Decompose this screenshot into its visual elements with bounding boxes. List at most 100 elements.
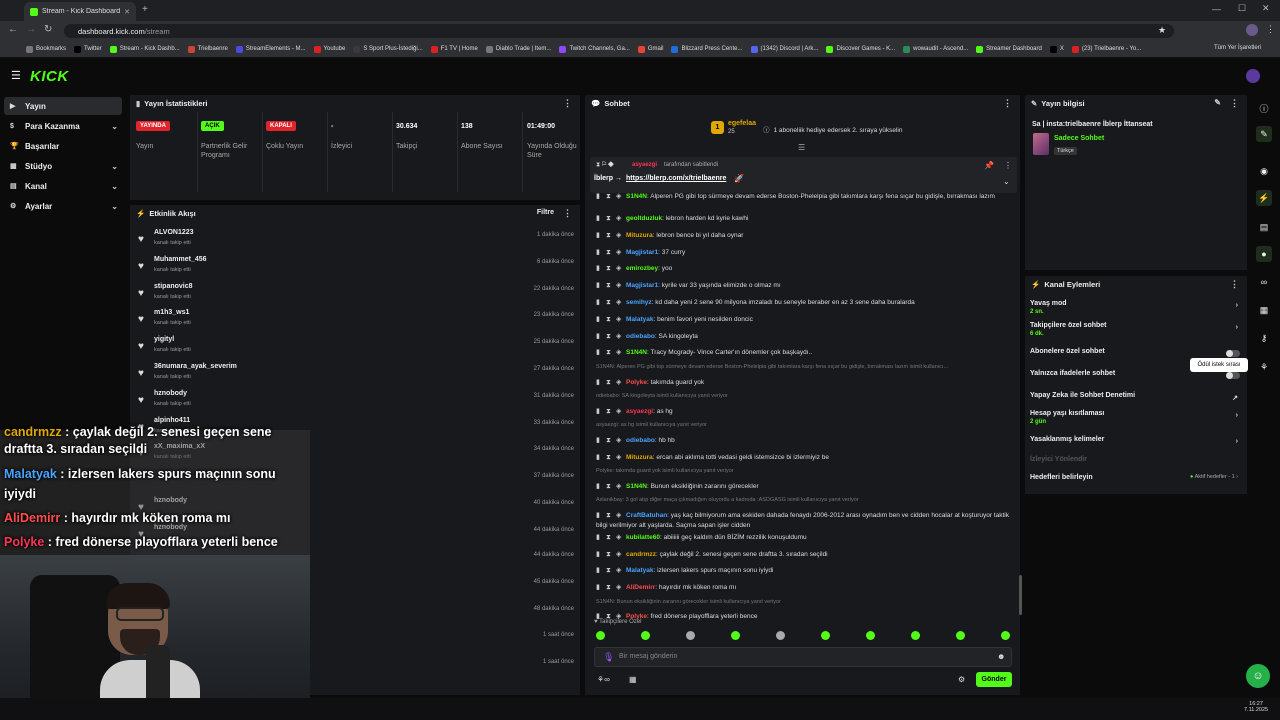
bookmark-item[interactable]: S Sport Plus-İstediği... xyxy=(353,45,423,53)
bookmark-item[interactable]: F1 TV | Home xyxy=(430,45,478,53)
sidebar-item-studio[interactable]: ▦ Stüdyo ⌄ xyxy=(4,157,122,175)
timeout-icon[interactable]: ⧗ xyxy=(606,192,612,200)
chat-message[interactable]: ▮ ⧗ ◈ Magjistar1: 37 curry xyxy=(596,248,1016,256)
chat-message[interactable]: ▮ ⧗ ◈ S1N4N: Alperen PG gibi top sürmeye de… xyxy=(596,192,1016,202)
chat-message[interactable]: ▮ ⧗ ◈ S1N4N: Bunun eksikliğinin zararını gö… xyxy=(596,482,1016,490)
delete-icon[interactable]: ▮ xyxy=(596,533,602,541)
bookmark-item[interactable]: Stream - Kick Dashb... xyxy=(109,45,180,53)
bookmark-item[interactable]: (23) Trielbaenre - Yo... xyxy=(1071,45,1141,53)
chat-username[interactable]: Magjistar1 xyxy=(626,282,658,289)
delete-icon[interactable]: ▮ xyxy=(596,566,602,574)
delete-icon[interactable]: ▮ xyxy=(596,315,602,323)
bookmark-item[interactable]: Streamer Dashboard xyxy=(976,45,1042,53)
chat-message[interactable]: ▮ ⧗ ◈ CraftBatuhan: yaş kaç bilmiyorum ama … xyxy=(596,511,1016,531)
filter-button[interactable]: Filtre xyxy=(537,209,554,216)
sidebar-item-achievements[interactable]: 🏆 Başarılar xyxy=(4,137,122,155)
channel-actions-menu-icon[interactable]: ⋮ xyxy=(1230,279,1239,290)
delete-icon[interactable]: ▮ xyxy=(596,332,602,340)
lightning-icon[interactable]: ⚡ xyxy=(1256,190,1272,206)
timeout-icon[interactable]: ⧗ xyxy=(606,232,612,239)
delete-icon[interactable]: ▮ xyxy=(596,511,602,519)
chat-message[interactable]: ▮ ⧗ ◈ Magjistar1: kyrile var 33 yaşında eli… xyxy=(596,281,1016,289)
chat-username[interactable]: S1N4N xyxy=(626,193,647,200)
events-menu-icon[interactable]: ⋮ xyxy=(563,208,572,219)
document-icon[interactable]: ▤ xyxy=(1256,219,1272,235)
all-bookmarks[interactable]: Tüm Yer İşaretleri xyxy=(1214,45,1261,51)
timeout-icon[interactable]: ⧗ xyxy=(606,534,612,541)
sidebar-item-stream[interactable]: ▶ Yayın xyxy=(4,97,122,115)
camera-icon[interactable]: ◉ xyxy=(1256,163,1272,179)
edit-icon[interactable]: ✎ xyxy=(1214,98,1221,107)
delete-icon[interactable]: ▮ xyxy=(596,192,602,200)
bookmark-item[interactable]: Bookmarks xyxy=(26,45,66,53)
send-button[interactable]: Gönder xyxy=(976,672,1012,687)
microphone-icon[interactable]: 🎙 xyxy=(603,652,614,663)
emote-icon[interactable] xyxy=(776,631,785,640)
chat-username[interactable]: Mituzura xyxy=(626,454,653,461)
bookmark-item[interactable]: Blizzard Press Cente... xyxy=(671,45,743,53)
timeout-icon[interactable]: ⧗ xyxy=(606,333,612,340)
sidebar-item-settings[interactable]: ⚙ Ayarlar ⌄ xyxy=(4,197,122,215)
bookmark-item[interactable]: Diablo Trade | Item... xyxy=(485,45,551,53)
new-tab-icon[interactable]: + xyxy=(142,4,148,15)
channel-action-item[interactable]: Yasaklanmış kelimeler › xyxy=(1030,436,1240,445)
calendar-icon[interactable]: ▦ xyxy=(629,675,637,684)
sidebar-item-channel[interactable]: ▤ Kanal ⌄ xyxy=(4,177,122,195)
chat-message[interactable]: ▮ ⧗ ◈ emirozbey: yoo xyxy=(596,264,1016,272)
bookmark-item[interactable]: Twitch Channels, Ga... xyxy=(559,45,630,53)
bookmark-item[interactable]: StreamElements - M... xyxy=(235,45,306,53)
delete-icon[interactable]: ▮ xyxy=(596,248,602,256)
chat-message[interactable]: ▮ ⧗ ◈ odiebabo: hb hb xyxy=(596,436,1016,444)
emote-icon[interactable] xyxy=(866,631,875,640)
info-icon[interactable]: ⓘ xyxy=(1256,100,1272,116)
chat-message[interactable]: ▮ ⧗ ◈ odiebabo: SA kingoleyta xyxy=(596,332,1016,340)
expand-handle-icon[interactable]: ☰ xyxy=(798,143,805,152)
bookmark-item[interactable]: Youtube xyxy=(313,45,345,53)
maximize-icon[interactable]: ☐ xyxy=(1238,3,1246,14)
chat-username[interactable]: semihyz xyxy=(626,299,652,306)
chat-username[interactable]: S1N4N xyxy=(626,349,647,356)
emote-icon[interactable] xyxy=(596,631,605,640)
channel-action-item[interactable]: Takipçilere özel sohbet 6 dk. › xyxy=(1030,322,1240,337)
event-username[interactable]: stipanovic8 xyxy=(154,283,193,290)
timeout-icon[interactable]: ⧗ xyxy=(606,249,612,256)
chat-username[interactable]: asyaezgi xyxy=(626,408,653,415)
support-chat-icon[interactable]: ☺ xyxy=(1246,664,1270,688)
chat-username[interactable]: Magjistar1 xyxy=(626,249,658,256)
timeout-icon[interactable]: ⧗ xyxy=(606,265,612,272)
category-name[interactable]: Sadece Sohbet xyxy=(1054,135,1104,142)
timeout-icon[interactable]: ⧗ xyxy=(606,511,612,519)
delete-icon[interactable]: ▮ xyxy=(596,264,602,272)
calendar-icon[interactable]: ▦ xyxy=(1256,302,1272,318)
reload-icon[interactable]: ↻ xyxy=(44,24,52,35)
user-avatar[interactable] xyxy=(1246,69,1260,83)
toggle-switch[interactable] xyxy=(1226,372,1240,379)
chat-username[interactable]: Malatyak xyxy=(626,316,653,323)
key-icon[interactable]: ⚷ xyxy=(1256,330,1272,346)
pin-icon[interactable]: 📌 xyxy=(984,161,994,170)
channel-action-item[interactable]: Yapay Zeka ile Sohbet Denetimi ↗ xyxy=(1030,392,1240,402)
bookmark-item[interactable]: Discover Games - K... xyxy=(826,45,895,53)
timeout-icon[interactable]: ⧗ xyxy=(606,483,612,490)
timeout-icon[interactable]: ⧗ xyxy=(606,299,612,306)
chat-username[interactable]: Mituzura xyxy=(626,232,653,239)
back-icon[interactable]: ← xyxy=(8,24,18,35)
chat-username[interactable]: Polyke xyxy=(626,379,647,386)
share-icon[interactable]: ⚘ xyxy=(1256,359,1272,375)
timeout-icon[interactable]: ⧗ xyxy=(606,551,612,558)
chat-message[interactable]: ▮ ⧗ ◈ candrmzz: çaylak değil 2. senesi geçe… xyxy=(596,550,1016,558)
pinned-collapse-icon[interactable]: ⌄ xyxy=(1003,177,1010,186)
chat-username[interactable]: AliDemirr xyxy=(626,584,655,591)
channel-action-item[interactable]: Abonelere özel sohbet xyxy=(1030,348,1240,355)
event-username[interactable]: hznobody xyxy=(154,390,187,397)
bookmark-item[interactable]: Twitter xyxy=(74,45,102,53)
chat-message[interactable]: ▮ ⧗ ◈ semihyz: kd daha yeni 2 sene 90 milyo… xyxy=(596,298,1016,306)
delete-icon[interactable]: ▮ xyxy=(596,214,602,222)
chat-username[interactable]: emirozbey xyxy=(626,265,658,272)
chat-username[interactable]: candrmzz xyxy=(626,551,656,558)
hamburger-menu-icon[interactable]: ☰ xyxy=(11,69,21,82)
chat-message[interactable]: ▮ ⧗ ◈ Malatyak: benim favori yeni nesilden … xyxy=(596,315,1016,323)
sidebar-item-monetization[interactable]: $ Para Kazanma ⌄ xyxy=(4,117,122,135)
bookmark-item[interactable]: Gmail xyxy=(637,45,663,53)
event-username[interactable]: Muhammet_456 xyxy=(154,256,207,263)
